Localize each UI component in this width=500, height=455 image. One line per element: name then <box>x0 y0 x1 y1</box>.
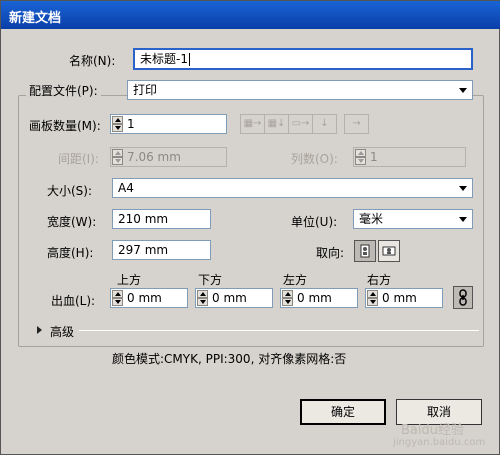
bleed-top-label: 上方 <box>117 273 142 287</box>
height-value: 297 mm <box>118 243 169 257</box>
grid-by-column-icon[interactable]: ▦↓ <box>264 114 289 134</box>
decrement-icon[interactable] <box>355 157 366 165</box>
spacing-stepper[interactable]: 7.06 mm <box>110 147 227 167</box>
width-value: 210 mm <box>118 212 169 226</box>
right-to-left-icon[interactable]: → <box>344 114 369 134</box>
orientation-label: 取向: <box>316 246 345 260</box>
profile-label: 配置文件(P): <box>26 82 101 99</box>
bleed-label: 出血(L): <box>51 294 96 308</box>
artboards-stepper[interactable]: 1 <box>110 114 227 134</box>
name-input[interactable]: 未标题-1 <box>133 48 473 70</box>
decrement-icon[interactable] <box>112 157 123 165</box>
artboards-value: 1 <box>127 117 135 131</box>
arrange-by-row-icon[interactable]: ▭→ <box>288 114 313 134</box>
advanced-toggle[interactable]: 高级 <box>50 323 74 340</box>
stepper-arrows[interactable] <box>197 290 208 306</box>
decrement-icon[interactable] <box>112 298 123 306</box>
watermark-url: jingyan.baidu.com <box>393 437 486 448</box>
size-select[interactable]: A4 <box>112 178 473 198</box>
stepper-arrows[interactable] <box>112 116 123 132</box>
profile-value: 打印 <box>133 83 158 97</box>
bleed-top-stepper[interactable]: 0 mm <box>110 288 188 308</box>
increment-icon[interactable] <box>112 116 123 124</box>
size-label: 大小(S): <box>47 184 93 198</box>
watermark-logo: Baidu经验 <box>401 423 464 438</box>
stepper-arrows[interactable] <box>112 290 123 306</box>
width-label: 宽度(W): <box>47 215 97 229</box>
profile-select[interactable]: 打印 <box>127 80 473 100</box>
color-mode-summary: 颜色模式:CMYK, PPI:300, 对齐像素网格:否 <box>112 352 347 366</box>
increment-icon[interactable] <box>197 290 208 298</box>
bleed-top-value: 0 mm <box>127 291 162 305</box>
decrement-icon[interactable] <box>197 298 208 306</box>
text-caret <box>188 53 190 66</box>
units-value: 毫米 <box>359 212 384 226</box>
decrement-icon[interactable] <box>367 298 378 306</box>
increment-icon[interactable] <box>112 149 123 157</box>
stepper-arrows[interactable] <box>282 290 293 306</box>
bleed-right-stepper[interactable]: 0 mm <box>365 288 443 308</box>
stepper-arrows[interactable] <box>355 149 366 165</box>
width-input[interactable]: 210 mm <box>112 209 211 229</box>
stepper-arrows[interactable] <box>367 290 378 306</box>
height-label: 高度(H): <box>47 246 94 260</box>
ok-button[interactable]: 确定 <box>300 399 386 425</box>
bleed-bottom-value: 0 mm <box>212 291 247 305</box>
chevron-down-icon[interactable] <box>454 179 472 197</box>
chain-link-icon[interactable] <box>453 286 473 309</box>
artboards-label: 画板数量(M): <box>29 119 101 133</box>
bleed-right-label: 右方 <box>367 273 392 287</box>
spacing-value: 7.06 mm <box>127 150 181 164</box>
columns-stepper[interactable]: 1 <box>353 147 466 167</box>
new-document-dialog: 新建文档 名称(N): 未标题-1 配置文件(P): 打印 画板数量(M): 1… <box>0 0 500 455</box>
bleed-left-value: 0 mm <box>297 291 332 305</box>
bleed-left-label: 左方 <box>283 273 308 287</box>
bleed-bottom-stepper[interactable]: 0 mm <box>195 288 273 308</box>
divider <box>79 330 479 331</box>
increment-icon[interactable] <box>355 149 366 157</box>
chevron-down-icon[interactable] <box>454 81 472 99</box>
increment-icon[interactable] <box>282 290 293 298</box>
name-value: 未标题-1 <box>140 52 188 66</box>
columns-label: 列数(O): <box>291 152 338 166</box>
height-input[interactable]: 297 mm <box>112 240 211 260</box>
arrange-by-column-icon[interactable]: ↓ <box>312 114 337 134</box>
increment-icon[interactable] <box>112 290 123 298</box>
chevron-down-icon[interactable] <box>454 210 472 228</box>
units-label: 单位(U): <box>291 215 338 229</box>
portrait-icon[interactable] <box>354 240 376 262</box>
units-select[interactable]: 毫米 <box>353 209 473 229</box>
columns-value: 1 <box>370 150 378 164</box>
title-bar[interactable]: 新建文档 <box>1 1 500 29</box>
stepper-arrows[interactable] <box>112 149 123 165</box>
decrement-icon[interactable] <box>112 124 123 132</box>
window-title: 新建文档 <box>9 11 62 26</box>
decrement-icon[interactable] <box>282 298 293 306</box>
name-label: 名称(N): <box>69 54 116 68</box>
bleed-right-value: 0 mm <box>382 291 417 305</box>
expand-triangle-icon[interactable] <box>37 326 42 334</box>
bleed-left-stepper[interactable]: 0 mm <box>280 288 358 308</box>
spacing-label: 间距(I): <box>58 152 99 166</box>
landscape-icon[interactable] <box>378 240 400 262</box>
size-value: A4 <box>118 181 134 195</box>
grid-by-row-icon[interactable]: ▦→ <box>240 114 265 134</box>
bleed-bottom-label: 下方 <box>198 273 223 287</box>
increment-icon[interactable] <box>367 290 378 298</box>
